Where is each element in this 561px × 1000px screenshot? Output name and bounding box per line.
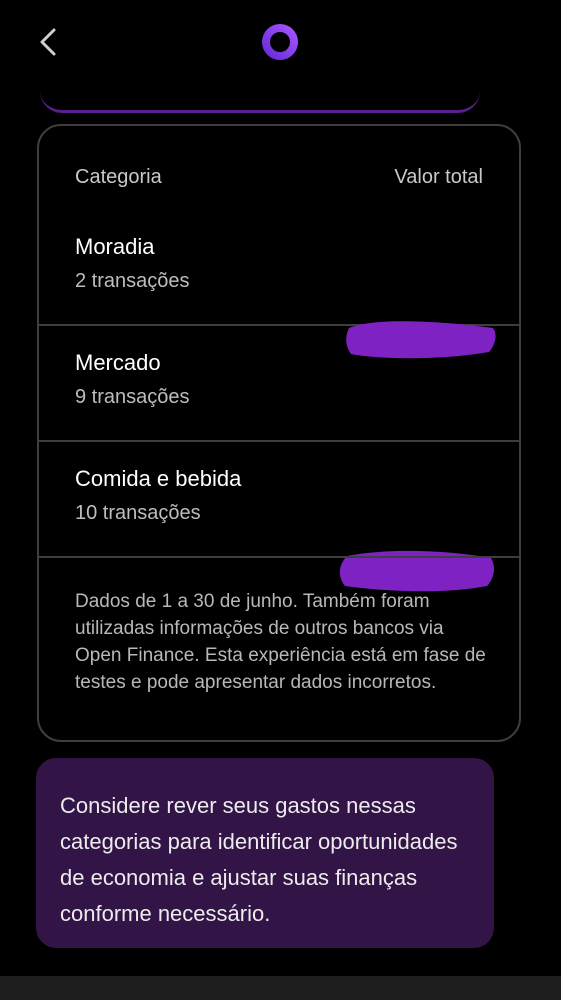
header-category: Categoria [75,166,162,188]
category-summary-card: Categoria Valor total Moradia 2 transaçõ… [37,124,521,742]
table-header: Categoria Valor total [39,126,519,226]
data-disclaimer: Dados de 1 a 30 de junho. Também foram u… [75,591,486,693]
back-button[interactable] [34,24,66,60]
category-row-moradia[interactable]: Moradia 2 transações [39,212,519,359]
category-row-mercado[interactable]: Mercado 9 transações [39,328,519,592]
category-title: Mercado [75,350,161,375]
transaction-count: 10 transações [75,502,201,524]
transaction-count: 2 transações [75,270,190,292]
previous-card-edge [40,88,480,113]
transaction-count: 9 transações [75,386,190,408]
category-title: Moradia [75,234,155,259]
bottom-bar [0,976,561,1000]
advice-message: Considere rever seus gastos nessas categ… [36,758,494,948]
category-title: Comida e bebida [75,466,242,491]
ring-logo-icon [260,22,300,62]
category-row-comida-e-bebida[interactable]: Comida e bebida 10 transações [39,444,519,558]
header-total-value: Valor total [394,166,483,188]
chevron-left-icon [40,28,56,56]
top-bar [0,0,561,90]
